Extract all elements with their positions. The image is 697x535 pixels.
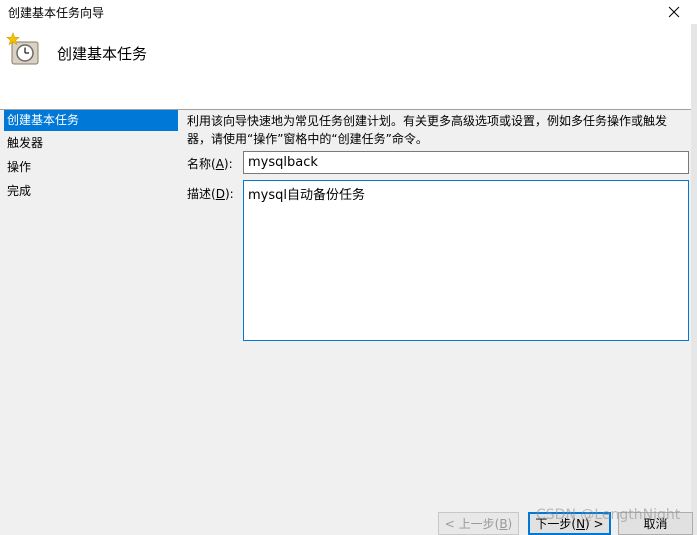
close-button[interactable]	[651, 0, 697, 24]
intro-text: 利用该向导快速地为常见任务创建计划。有关更多高级选项或设置，例如多任务操作或触发…	[187, 114, 668, 146]
back-button[interactable]: < 上一步(B)	[438, 512, 519, 535]
window-right-edge	[691, 24, 697, 535]
window-title: 创建基本任务向导	[8, 6, 105, 20]
wizard-window: 创建基本任务向导 创建基本任务 创建基本任务 触发器 操作 完成 利用该向导快速…	[0, 0, 697, 535]
name-label: 名称(A):	[187, 157, 233, 171]
step-action[interactable]: 操作	[4, 157, 178, 178]
name-input[interactable]	[243, 151, 689, 174]
title-bar: 创建基本任务向导	[0, 0, 697, 24]
wizard-steps: 创建基本任务 触发器 操作 完成	[0, 110, 178, 490]
task-clock-icon	[6, 32, 39, 65]
page-title: 创建基本任务	[57, 45, 148, 63]
description-label: 描述(D):	[187, 187, 234, 201]
step-create-basic-task[interactable]: 创建基本任务	[4, 110, 178, 131]
watermark-text: CSDN @LengthNight	[536, 507, 681, 523]
step-label: 完成	[7, 184, 32, 198]
step-label: 操作	[7, 160, 32, 174]
step-label: 创建基本任务	[7, 113, 80, 127]
description-input[interactable]: mysql自动备份任务	[243, 180, 689, 341]
step-finish[interactable]: 完成	[4, 181, 178, 202]
step-trigger[interactable]: 触发器	[4, 133, 178, 154]
wizard-header: 创建基本任务	[0, 24, 697, 110]
step-label: 触发器	[7, 136, 44, 150]
close-icon	[668, 6, 680, 18]
